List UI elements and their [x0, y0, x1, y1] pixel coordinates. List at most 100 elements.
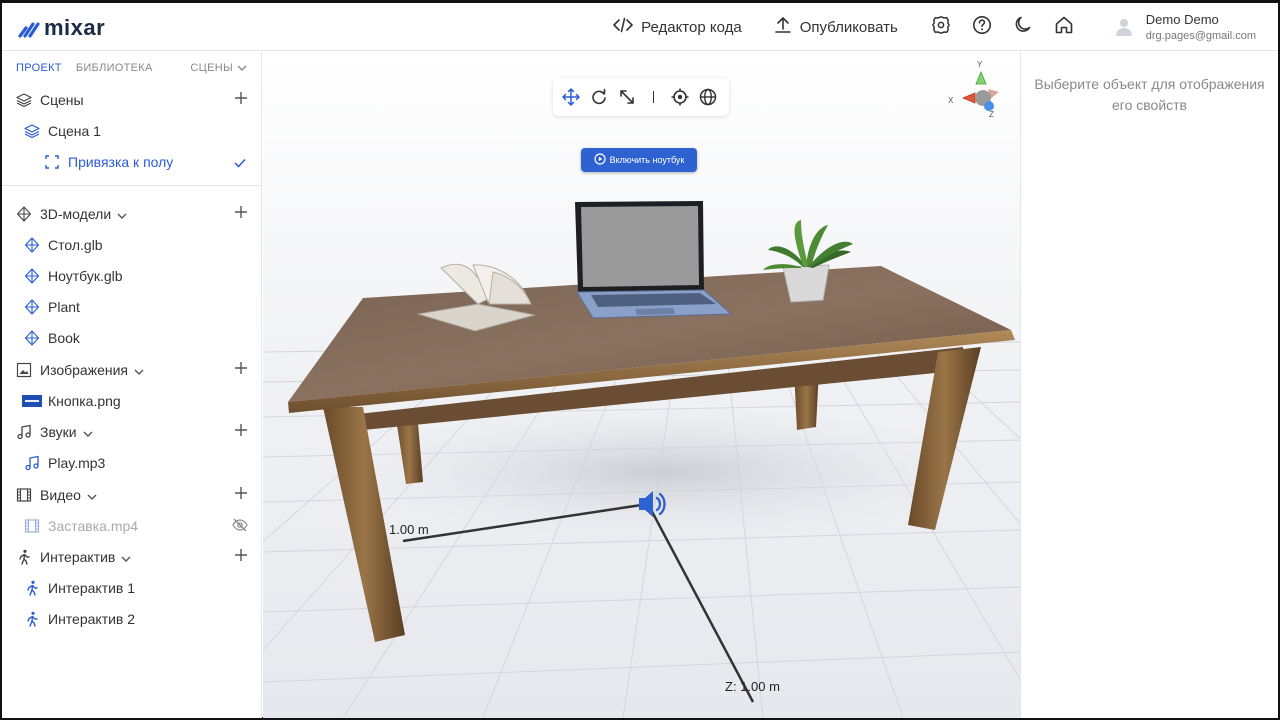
- section-images[interactable]: Изображения: [2, 356, 262, 384]
- add-scene-icon[interactable]: [234, 91, 248, 105]
- play-circle-icon: [594, 153, 606, 167]
- code-editor-button[interactable]: Редактор кода: [613, 17, 742, 37]
- model-item[interactable]: Стол.glb: [2, 231, 262, 259]
- enable-laptop-label: Включить ноутбук: [609, 155, 685, 165]
- model-item[interactable]: Plant: [2, 293, 262, 321]
- music-note-icon: [16, 424, 32, 440]
- model-item-label: Plant: [48, 299, 80, 315]
- section-images-label: Изображения: [40, 362, 128, 378]
- interactive-item-label: Интерактив 2: [48, 611, 136, 627]
- axis-y-label: Y: [977, 60, 983, 69]
- walking-person-icon: [16, 549, 32, 565]
- tab-scenes-dropdown[interactable]: СЦЕНЫ: [190, 62, 247, 74]
- properties-empty-text: Выберите объект для отображения его свой…: [1034, 76, 1265, 113]
- publish-label: Опубликовать: [799, 18, 898, 36]
- sidebar: ПРОЕКТ БИБЛИОТЕКА СЦЕНЫ Сцены Сцена 1 Пр…: [2, 52, 262, 718]
- image-thumbnail: [22, 393, 42, 409]
- add-model-icon[interactable]: [234, 205, 248, 219]
- avatar-icon: [1114, 17, 1134, 37]
- cube-icon: [24, 237, 40, 253]
- enable-laptop-button[interactable]: Включить ноутбук: [581, 148, 697, 172]
- video-item-label: Заставка.mp4: [48, 518, 139, 534]
- logo[interactable]: mixar: [18, 15, 105, 41]
- publish-button[interactable]: Опубликовать: [774, 16, 898, 38]
- interactive-item-label: Интерактив 1: [48, 580, 136, 596]
- model-item-label: Ноутбук.glb: [48, 268, 123, 284]
- interactive-item[interactable]: Интерактив 2: [2, 605, 262, 633]
- chevron-down-icon: [134, 362, 144, 378]
- section-scenes[interactable]: Сцены: [2, 86, 262, 114]
- top-bar: mixar Редактор кода Опубликовать Demo De…: [2, 3, 1278, 51]
- add-interactive-icon[interactable]: [234, 548, 248, 562]
- model-item[interactable]: Book: [2, 324, 262, 352]
- section-3d-models[interactable]: 3D-модели: [2, 200, 262, 228]
- model-item-label: Стол.glb: [48, 237, 103, 253]
- logo-icon: [18, 18, 40, 38]
- image-item-label: Кнопка.png: [48, 393, 121, 409]
- cube-icon: [24, 268, 40, 284]
- add-image-icon[interactable]: [234, 361, 248, 375]
- target-icon[interactable]: [670, 87, 690, 107]
- tab-library[interactable]: БИБЛИОТЕКА: [76, 62, 153, 74]
- floor-snap-item[interactable]: Привязка к полу: [2, 148, 262, 176]
- axis-x-label: X: [948, 96, 954, 105]
- settings-button[interactable]: [930, 15, 952, 38]
- axis-z-label: Z: [989, 110, 994, 119]
- eye-off-icon[interactable]: [232, 518, 248, 535]
- logo-text: mixar: [44, 15, 106, 40]
- section-interactive-label: Интерактив: [40, 549, 116, 565]
- section-sounds-label: Звуки: [40, 424, 77, 440]
- image-item[interactable]: Кнопка.png: [2, 387, 262, 415]
- chevron-down-icon: [121, 549, 131, 565]
- home-button[interactable]: [1053, 16, 1075, 38]
- sound-item-label: Play.mp3: [48, 455, 106, 471]
- rotate-icon[interactable]: [589, 87, 609, 107]
- interactive-item[interactable]: Интерактив 1: [2, 574, 262, 602]
- home-icon: [1054, 15, 1074, 40]
- tab-scenes-label: СЦЕНЫ: [190, 62, 233, 74]
- walking-person-icon: [24, 611, 40, 627]
- layers-icon: [16, 92, 32, 108]
- dimension-x-label: 1.00 m: [389, 522, 429, 537]
- upload-icon: [774, 16, 792, 38]
- section-sounds[interactable]: Звуки: [2, 418, 262, 446]
- section-video[interactable]: Видео: [2, 481, 262, 509]
- scale-icon[interactable]: [617, 87, 637, 107]
- model-item-label: Book: [48, 330, 80, 346]
- film-icon: [24, 518, 40, 534]
- user-menu[interactable]: Demo Demo drg.pages@gmail.com: [1114, 12, 1256, 42]
- video-item[interactable]: Заставка.mp4: [2, 512, 262, 540]
- chevron-down-icon: [83, 424, 93, 440]
- globe-icon[interactable]: [698, 87, 718, 107]
- scene-viewport[interactable]: Y X Z Включить ноутбук 1.00 m Z: 1.00 m: [263, 52, 1020, 718]
- sound-item[interactable]: Play.mp3: [2, 449, 262, 477]
- tab-project[interactable]: ПРОЕКТ: [16, 62, 62, 74]
- divider: [2, 185, 262, 186]
- question-circle-icon: [972, 15, 992, 40]
- layers-icon: [24, 123, 40, 139]
- scene-item[interactable]: Сцена 1: [2, 117, 262, 145]
- film-icon: [16, 487, 32, 503]
- section-3d-models-label: 3D-модели: [40, 206, 112, 222]
- model-item[interactable]: Ноутбук.glb: [2, 262, 262, 290]
- theme-toggle-button[interactable]: [1012, 16, 1034, 38]
- section-scenes-label: Сцены: [40, 92, 84, 108]
- section-interactive[interactable]: Интерактив: [2, 543, 262, 571]
- user-name: Demo Demo: [1145, 12, 1219, 27]
- help-button[interactable]: [971, 15, 993, 40]
- code-editor-label: Редактор кода: [641, 18, 742, 36]
- add-video-icon[interactable]: [234, 486, 248, 500]
- chevron-down-icon: [237, 62, 247, 74]
- move-icon[interactable]: [561, 87, 581, 107]
- dimension-z-label: Z: 1.00 m: [725, 679, 780, 694]
- add-sound-icon[interactable]: [234, 423, 248, 437]
- scene-item-label: Сцена 1: [48, 123, 101, 139]
- check-icon: [234, 155, 246, 171]
- frame-corners-icon: [44, 154, 60, 170]
- walking-person-icon: [24, 580, 40, 596]
- code-icon: [613, 17, 633, 37]
- sidebar-tabs: ПРОЕКТ БИБЛИОТЕКА СЦЕНЫ: [2, 52, 261, 84]
- section-video-label: Видео: [40, 487, 81, 503]
- chevron-down-icon: [87, 487, 97, 503]
- properties-panel: Выберите объект для отображения его свой…: [1020, 52, 1278, 718]
